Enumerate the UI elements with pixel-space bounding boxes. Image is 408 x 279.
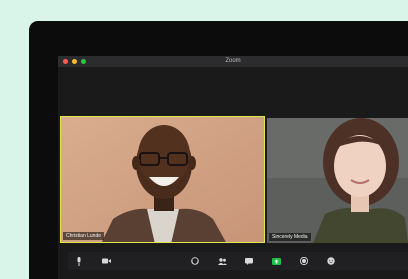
participant-video-christian	[61, 117, 264, 242]
share-screen-icon	[271, 257, 281, 265]
share-screen-button[interactable]	[271, 256, 281, 266]
participant-video-sincerely	[267, 118, 408, 243]
reactions-icon	[327, 257, 335, 265]
chat-button[interactable]	[244, 256, 254, 266]
participants-button[interactable]	[217, 256, 227, 266]
record-icon	[300, 257, 308, 265]
window-titlebar: Zoom	[58, 56, 408, 67]
participant-video-tile-second[interactable]: Sincerely Media	[267, 118, 408, 243]
security-button[interactable]	[190, 256, 200, 266]
chat-icon	[245, 257, 253, 265]
meeting-toolbar	[68, 252, 408, 270]
participants-icon	[217, 257, 227, 265]
video-icon	[101, 258, 111, 264]
security-icon	[191, 257, 199, 265]
record-button[interactable]	[299, 256, 309, 266]
participant-name-label: Sincerely Media	[269, 233, 311, 241]
zoom-window: Zoom Christian Lunde Sincerely Media	[58, 56, 408, 279]
window-title: Zoom	[225, 58, 241, 64]
participant-name-label: Christian Lunde	[63, 232, 105, 240]
reactions-button[interactable]	[326, 256, 336, 266]
mute-icon	[77, 256, 81, 266]
participant-video-tile-main[interactable]: Christian Lunde	[60, 116, 265, 243]
video-button[interactable]	[101, 256, 111, 266]
mute-button[interactable]	[74, 256, 84, 266]
stage: Zoom Christian Lunde Sincerely Media	[0, 0, 408, 279]
